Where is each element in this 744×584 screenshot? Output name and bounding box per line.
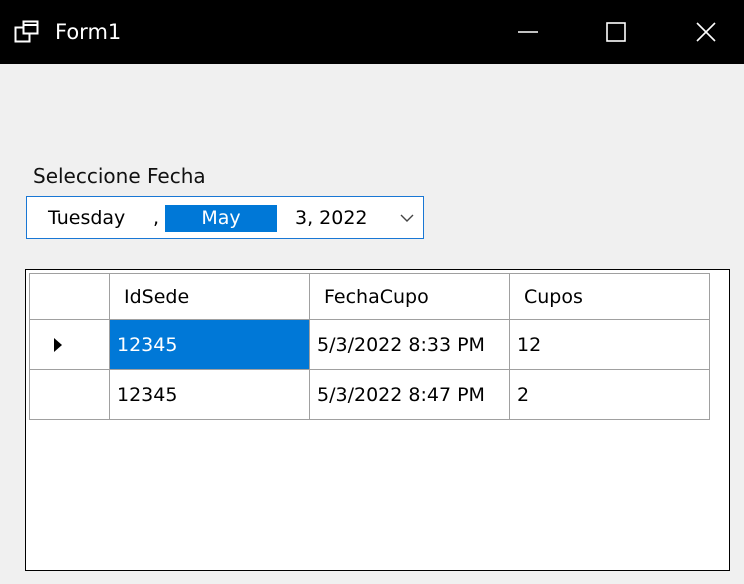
date-picker[interactable]: Tuesday , May 3, 2022	[26, 196, 424, 239]
maximize-icon	[606, 22, 626, 42]
grid-cell-fechacupo[interactable]: 5/3/2022 8:47 PM	[309, 369, 510, 420]
grid-cell-idsede[interactable]: 12345	[109, 369, 310, 420]
grid-corner-header[interactable]	[29, 273, 110, 320]
data-grid[interactable]: IdSede FechaCupo Cupos 12345 5/3/2022 8:…	[25, 269, 730, 571]
form-window: Form1 Seleccione Fecha Tuesday , May 3, …	[0, 0, 744, 584]
column-header-idsede[interactable]: IdSede	[109, 273, 310, 320]
date-day-year[interactable]: 3, 2022	[295, 206, 368, 230]
window-title: Form1	[55, 20, 122, 44]
grid-header-row: IdSede FechaCupo Cupos	[29, 273, 710, 320]
column-header-cupos[interactable]: Cupos	[509, 273, 710, 320]
table-row[interactable]: 12345 5/3/2022 8:47 PM 2	[29, 369, 710, 420]
maximize-button[interactable]	[578, 0, 654, 64]
data-grid-table: IdSede FechaCupo Cupos 12345 5/3/2022 8:…	[29, 273, 710, 420]
date-separator: ,	[153, 207, 160, 229]
grid-cell-cupos[interactable]: 2	[509, 369, 710, 420]
row-header[interactable]	[29, 319, 110, 370]
close-icon	[696, 22, 716, 42]
date-dropdown-button[interactable]	[394, 207, 420, 229]
grid-cell-cupos[interactable]: 12	[509, 319, 710, 370]
minimize-button[interactable]	[490, 0, 566, 64]
title-bar[interactable]: Form1	[0, 0, 744, 64]
chevron-down-icon	[400, 214, 414, 222]
table-row[interactable]: 12345 5/3/2022 8:33 PM 12	[29, 319, 710, 370]
grid-cell-fechacupo[interactable]: 5/3/2022 8:33 PM	[309, 319, 510, 370]
row-header[interactable]	[29, 369, 110, 420]
close-button[interactable]	[668, 0, 744, 64]
form-window-icon	[14, 20, 39, 43]
grid-cell-idsede[interactable]: 12345	[109, 319, 310, 370]
column-header-fechacupo[interactable]: FechaCupo	[309, 273, 510, 320]
row-pointer-icon	[53, 338, 62, 352]
date-label: Seleccione Fecha	[33, 164, 206, 188]
minimize-icon	[518, 31, 538, 33]
date-month[interactable]: May	[165, 205, 277, 232]
date-weekday[interactable]: Tuesday	[48, 206, 125, 230]
